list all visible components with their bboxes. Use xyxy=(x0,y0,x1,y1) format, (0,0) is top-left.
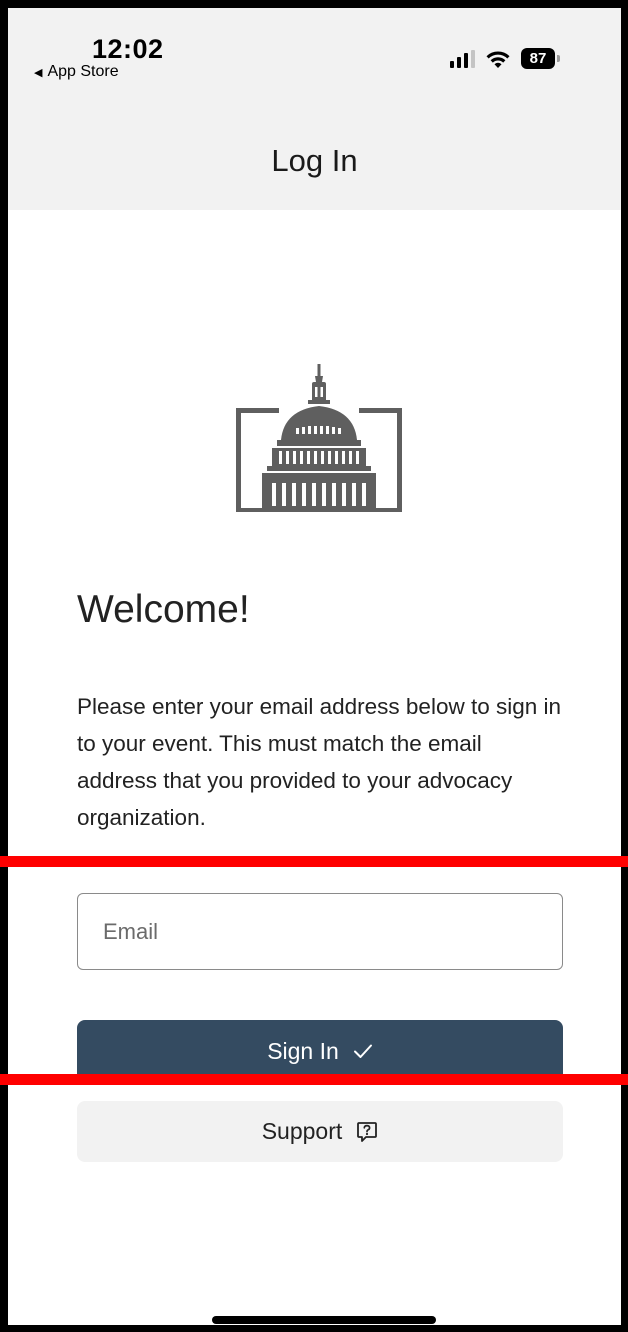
annotation-line-top xyxy=(0,856,628,867)
checkmark-icon xyxy=(353,1043,373,1059)
annotation-line-bottom xyxy=(0,1074,628,1085)
phone-frame: 12:02 ◀ App Store 87 Log In Welcome! Ple… xyxy=(0,0,628,1332)
back-triangle-icon: ◀ xyxy=(34,66,43,79)
wifi-icon xyxy=(486,50,510,68)
status-time: 12:02 xyxy=(92,34,164,64)
cellular-signal-icon xyxy=(450,49,475,68)
sign-in-label: Sign In xyxy=(267,1037,339,1064)
back-to-app-link[interactable]: ◀ App Store xyxy=(34,63,119,81)
battery-icon: 87 xyxy=(521,48,560,69)
email-input[interactable] xyxy=(77,893,563,970)
home-indicator[interactable] xyxy=(212,1316,436,1324)
capitol-building-icon xyxy=(236,364,402,512)
support-label: Support xyxy=(261,1118,343,1144)
battery-level: 87 xyxy=(529,50,547,67)
page-title: Log In xyxy=(271,143,358,178)
help-message-icon xyxy=(356,1121,378,1143)
welcome-heading: Welcome! xyxy=(77,588,250,631)
status-bar: 12:02 ◀ App Store 87 xyxy=(8,8,621,103)
welcome-description: Please enter your email address below to… xyxy=(77,694,562,830)
support-button[interactable]: Support xyxy=(77,1101,563,1162)
navigation-bar: Log In xyxy=(8,103,621,210)
back-app-label: App Store xyxy=(47,63,119,80)
sign-in-button[interactable]: Sign In xyxy=(77,1020,563,1082)
status-icons: 87 xyxy=(450,48,560,69)
